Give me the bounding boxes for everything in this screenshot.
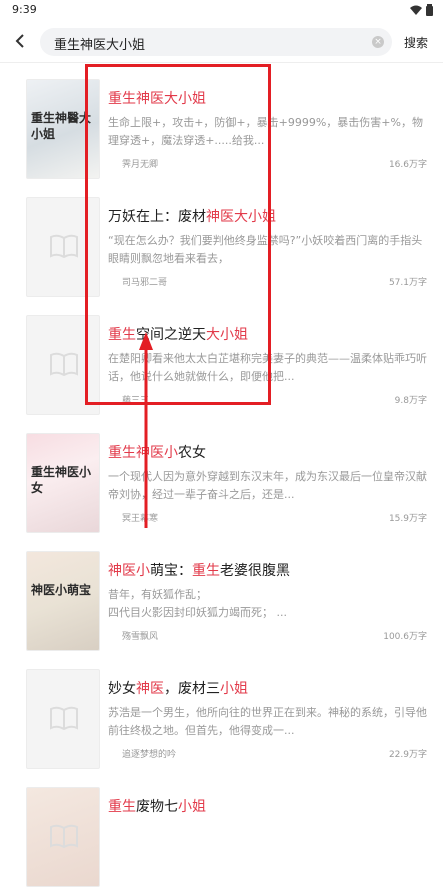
book-description: 一个现代人因为意外穿越到东汉末年，成为东汉最后一位皇帝汉献帝刘协，经过一辈子奋斗… [108,470,427,501]
book-cover: 重生神医小女 [26,433,100,533]
book-description: 生命上限+，攻击+，防御+，暴击+9999%，暴击伤害+%，物理穿透+，魔法穿透… [108,116,423,147]
title-keyword-highlight: 重生 [108,327,136,343]
status-time: 9:39 [12,3,37,16]
book-cover [26,669,100,769]
title-text: 萌宝： [150,563,192,579]
title-text: ，废材三 [164,681,220,697]
title-keyword-highlight: 重生 [192,563,220,579]
book-description: 苏浩是一个男生，他所向往的世界正在到来。神秘的系统，引导他前往终极之地。但首先，… [108,706,427,737]
clear-icon[interactable]: × [372,36,384,48]
word-count: 22.9万字 [388,750,427,760]
book-cover: 重生神醫大小姐 [26,79,100,179]
title-keyword-highlight: 神医 [136,681,164,697]
title-keyword-highlight: 小姐 [178,799,206,815]
title-keyword-highlight: 神医大小姐 [206,209,276,225]
title-text: 万妖在上：废材 [108,209,206,225]
search-button[interactable]: 搜索 [404,34,428,51]
book-cover [26,197,100,297]
book-author: 追逐梦想的吟 [122,750,177,760]
book-author: 冥王幕寒 [122,514,159,524]
back-button[interactable] [10,31,30,51]
cover-title: 重生神医小女 [31,465,92,495]
word-count: 15.9万字 [388,514,427,524]
title-keyword-highlight: 重生神医大小姐 [108,91,206,107]
status-icons [410,4,433,16]
wifi-icon [410,5,422,15]
title-keyword-highlight: 重生神医小 [108,445,178,461]
book-cover [26,787,100,887]
book-description: “现在怎么办？我们要判他终身监禁吗?”小妖咬着西门离的手指头眼睛则飘忽地看来看去… [108,234,423,265]
book-title[interactable]: 重生神医大小姐 [108,88,206,108]
search-input[interactable]: 重生神医大小姐 × [40,28,392,56]
cover-title: 重生神醫大小姐 [31,111,92,141]
search-header: 重生神医大小姐 × 搜索 [0,22,443,62]
book-author: 殇雪飘风 [122,632,159,642]
book-description: 在楚阳卿看来他太太白芷堪称完美妻子的典范——温柔体贴乖巧听话，他说什么她就做什么… [108,352,427,383]
status-bar: 9:39 [0,0,443,22]
book-author: 藤三三 [122,396,150,406]
title-text: 空间之逆天 [136,327,206,343]
chevron-left-icon [15,34,24,48]
word-count: 100.6万字 [383,632,427,642]
book-result-item[interactable]: 重生神醫大小姐 重生神医大小姐生命上限+，攻击+，防御+，暴击+9999%，暴击伤… [0,63,443,181]
title-text: 废物七 [136,799,178,815]
book-result-item[interactable]: 重生空间之逆天大小姐在楚阳卿看来他太太白芷堪称完美妻子的典范——温柔体贴乖巧听话… [0,299,443,417]
book-title[interactable]: 重生废物七小姐 [108,796,206,816]
word-count: 57.1万字 [388,278,427,288]
book-result-item[interactable]: 重生神医小女 重生神医小农女一个现代人因为意外穿越到东汉末年，成为东汉最后一位皇帝… [0,417,443,535]
book-description: 昔年，有妖狐作乱； 四代目火影因封印妖狐力竭而死； ... [108,588,287,619]
book-placeholder-icon [50,706,78,731]
title-text: 老婆很腹黑 [220,563,290,579]
book-title[interactable]: 重生空间之逆天大小姐 [108,324,248,344]
cover-title: 神医小萌宝 [31,583,92,597]
title-keyword-highlight: 神医小 [108,563,150,579]
book-cover: 神医小萌宝 [26,551,100,651]
book-title[interactable]: 神医小萌宝：重生老婆很腹黑 [108,560,290,580]
book-result-item[interactable]: 神医小萌宝 神医小萌宝：重生老婆很腹黑昔年，有妖狐作乱； 四代目火影因封印妖狐力竭… [0,535,443,653]
book-placeholder-icon [50,824,78,849]
book-title[interactable]: 万妖在上：废材神医大小姐 [108,206,276,226]
book-placeholder-icon [50,352,78,377]
book-author: 司马邪二哥 [122,278,168,288]
title-keyword-highlight: 小姐 [220,681,248,697]
title-keyword-highlight: 重生 [108,799,136,815]
battery-icon [426,4,433,16]
title-text: 妙女 [108,681,136,697]
title-keyword-highlight: 大小姐 [206,327,248,343]
title-text: 农女 [178,445,206,461]
book-author: 霁月无卿 [122,160,159,170]
word-count: 16.6万字 [388,160,427,170]
book-result-item[interactable]: 妙女神医，废材三小姐苏浩是一个男生，他所向往的世界正在到来。神秘的系统，引导他前… [0,653,443,771]
book-result-item[interactable]: 万妖在上：废材神医大小姐 “现在怎么办？我们要判他终身监禁吗?”小妖咬着西门离的手… [0,181,443,299]
book-title[interactable]: 重生神医小农女 [108,442,206,462]
word-count: 9.8万字 [394,396,427,406]
book-title[interactable]: 妙女神医，废材三小姐 [108,678,248,698]
book-cover [26,315,100,415]
book-placeholder-icon [50,234,78,259]
search-query: 重生神医大小姐 [54,38,146,53]
